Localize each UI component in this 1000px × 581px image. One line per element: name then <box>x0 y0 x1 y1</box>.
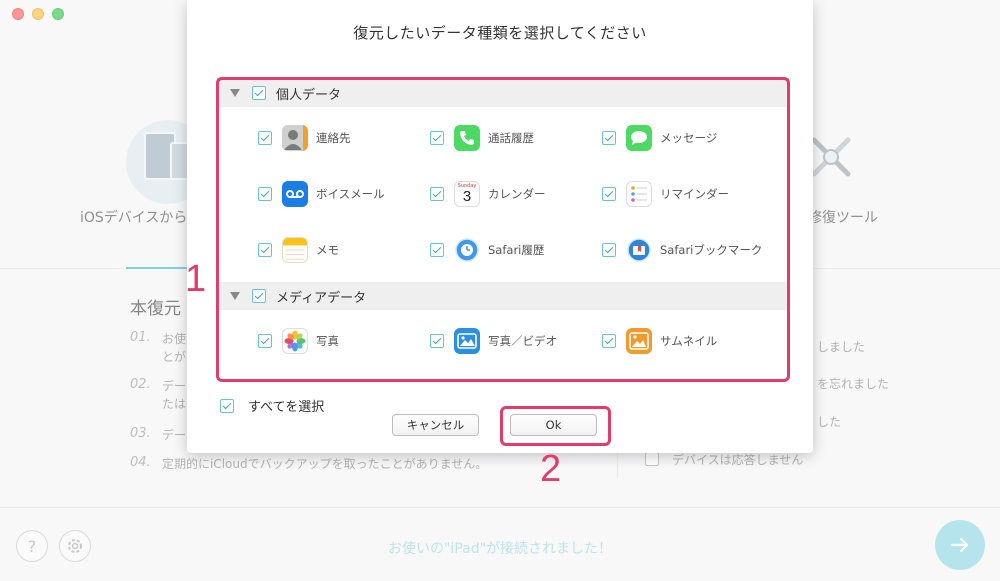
cancel-button[interactable]: キャンセル <box>392 414 479 436</box>
annotation-number-1: 1 <box>185 258 207 300</box>
highlight-box-list <box>216 77 790 382</box>
select-all-label: すべてを選択 <box>248 400 325 415</box>
dialog-title: 復元したいデータ種類を選択してください <box>353 24 647 42</box>
select-all-checkbox[interactable] <box>220 398 234 413</box>
highlight-box-ok <box>500 406 611 446</box>
select-all[interactable]: すべてを選択 <box>220 396 324 415</box>
annotation-number-2: 2 <box>540 448 562 490</box>
